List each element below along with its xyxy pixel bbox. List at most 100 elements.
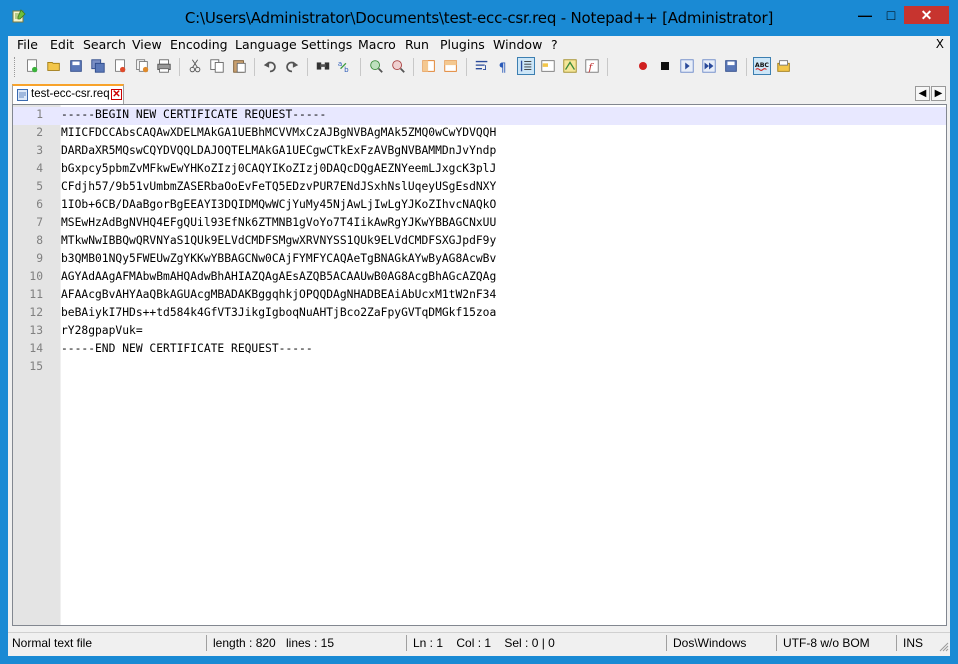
tab-scroll-right-button[interactable]: ▶ bbox=[931, 86, 946, 101]
cut-icon[interactable] bbox=[186, 57, 204, 75]
status-position: Ln : 1 Col : 1 Sel : 0 | 0 bbox=[413, 636, 555, 650]
svg-text:ABC: ABC bbox=[755, 62, 770, 69]
run-macro-multiple-icon[interactable] bbox=[700, 57, 718, 75]
document-map-icon[interactable] bbox=[561, 57, 579, 75]
sync-horizontal-icon[interactable] bbox=[442, 57, 460, 75]
close-all-icon[interactable] bbox=[133, 57, 151, 75]
status-divider bbox=[896, 635, 897, 651]
editor-line[interactable]: 13 rY28gpapVuk= bbox=[13, 323, 946, 341]
function-list-icon[interactable]: f bbox=[583, 57, 601, 75]
title-bar[interactable]: C:\Users\Administrator\Documents\test-ec… bbox=[0, 0, 958, 36]
new-file-icon[interactable] bbox=[23, 57, 41, 75]
editor-line[interactable]: 7 MSEwHzAdBgNVHQ4EFgQUil93EfNk6ZTMNB1gVoY… bbox=[13, 215, 946, 233]
line-text: AFAAcgBvAHYAaQBkAGUAcgMBADAKBggqhkjOPQQD… bbox=[61, 288, 497, 301]
line-number: 14 bbox=[29, 342, 43, 355]
status-divider bbox=[406, 635, 407, 651]
find-icon[interactable] bbox=[314, 57, 332, 75]
line-text: DARDaXR5MQswCQYDVQQLDAJOQTELMAkGA1UECgwC… bbox=[61, 144, 497, 157]
status-divider bbox=[776, 635, 777, 651]
stop-record-icon[interactable] bbox=[656, 57, 674, 75]
zoom-in-icon[interactable] bbox=[367, 57, 385, 75]
line-number: 4 bbox=[36, 162, 43, 175]
line-text: 1IOb+6CB/DAaBgorBgEEAYI3DQIDMQwWCjYuMy45… bbox=[61, 198, 497, 211]
editor-line[interactable]: 6 1IOb+6CB/DAaBgorBgEEAYI3DQIDMQwWCjYuMy4… bbox=[13, 197, 946, 215]
line-text: MSEwHzAdBgNVHQ4EFgQUil93EfNk6ZTMNB1gVoYo… bbox=[61, 216, 497, 229]
save-macro-icon[interactable] bbox=[722, 57, 740, 75]
menu-settings[interactable]: Settings bbox=[301, 37, 352, 52]
editor-line[interactable]: 4 bGxpcy5pbmZvMFkwEwYHKoZIzj0CAQYIKoZIzj0… bbox=[13, 161, 946, 179]
indent-guide-icon[interactable] bbox=[517, 57, 535, 75]
line-text: rY28gpapVuk= bbox=[61, 324, 143, 337]
status-bar: Normal text file length : 820 lines : 15… bbox=[8, 632, 950, 653]
replace-icon[interactable]: ab bbox=[336, 57, 354, 75]
menu-search[interactable]: Search bbox=[83, 37, 126, 52]
editor-line[interactable]: 2 MIICFDCCAbsCAQAwXDELMAkGA1UEBhMCVVMxCzA… bbox=[13, 125, 946, 143]
print-icon[interactable] bbox=[155, 57, 173, 75]
toolbar-separator bbox=[413, 58, 414, 76]
menu-help[interactable]: ? bbox=[551, 37, 558, 52]
word-wrap-icon[interactable] bbox=[473, 57, 491, 75]
save-icon[interactable] bbox=[67, 57, 85, 75]
save-all-icon[interactable] bbox=[89, 57, 107, 75]
editor-line[interactable]: 9 b3QMB01NQy5FWEUwZgYKKwYBBAGCNw0CAjFYMFY… bbox=[13, 251, 946, 269]
line-text: CFdjh57/9b51vUmbmZASERbaOoEvFeTQ5EDzvPUR… bbox=[61, 180, 497, 193]
resize-grip[interactable] bbox=[937, 640, 949, 652]
menu-edit[interactable]: Edit bbox=[50, 37, 74, 52]
client-area: File Edit Search View Encoding Language … bbox=[8, 36, 950, 656]
record-macro-icon[interactable] bbox=[634, 57, 652, 75]
menu-encoding[interactable]: Encoding bbox=[170, 37, 228, 52]
tab-close-button[interactable]: ✕ bbox=[111, 89, 122, 100]
file-icon bbox=[17, 89, 28, 101]
menu-plugins[interactable]: Plugins bbox=[440, 37, 485, 52]
redo-icon[interactable] bbox=[283, 57, 301, 75]
open-file-icon[interactable] bbox=[45, 57, 63, 75]
menu-macro[interactable]: Macro bbox=[358, 37, 396, 52]
undo-icon[interactable] bbox=[261, 57, 279, 75]
window-title: C:\Users\Administrator\Documents\test-ec… bbox=[184, 9, 774, 27]
editor-line[interactable]: 1 -----BEGIN NEW CERTIFICATE REQUEST----- bbox=[13, 107, 946, 125]
close-file-icon[interactable] bbox=[111, 57, 129, 75]
close-window-button[interactable]: ✕ bbox=[904, 6, 949, 24]
playback-macro-icon[interactable] bbox=[678, 57, 696, 75]
zoom-out-icon[interactable] bbox=[389, 57, 407, 75]
svg-text:¶: ¶ bbox=[499, 59, 507, 74]
line-number: 6 bbox=[36, 198, 43, 211]
tab-test-ecc-csr[interactable]: test-ecc-csr.req ✕ bbox=[12, 84, 124, 104]
maximize-button[interactable]: □ bbox=[878, 6, 904, 24]
folder-as-workspace-icon[interactable] bbox=[539, 57, 557, 75]
editor-line[interactable]: 5 CFdjh57/9b51vUmbmZASERbaOoEvFeTQ5EDzvPU… bbox=[13, 179, 946, 197]
line-number: 10 bbox=[29, 270, 43, 283]
line-number: 8 bbox=[36, 234, 43, 247]
toolbar-separator bbox=[466, 58, 467, 76]
tab-scroll-left-button[interactable]: ◀ bbox=[915, 86, 930, 101]
toolbar-grip[interactable] bbox=[14, 57, 18, 77]
menu-file[interactable]: File bbox=[17, 37, 38, 52]
copy-icon[interactable] bbox=[208, 57, 226, 75]
editor-line[interactable]: 14 -----END NEW CERTIFICATE REQUEST----- bbox=[13, 341, 946, 359]
status-length: length : 820 bbox=[213, 636, 276, 650]
editor-line[interactable]: 11 AFAAcgBvAHYAaQBkAGUAcgMBADAKBggqhkjOPQ… bbox=[13, 287, 946, 305]
toolbar-separator bbox=[607, 58, 608, 76]
spell-check-settings-icon[interactable] bbox=[775, 57, 793, 75]
status-divider bbox=[666, 635, 667, 651]
menu-language[interactable]: Language bbox=[235, 37, 297, 52]
minimize-button[interactable]: — bbox=[852, 6, 878, 24]
menu-bar: File Edit Search View Encoding Language … bbox=[8, 36, 950, 54]
menu-window[interactable]: Window bbox=[493, 37, 542, 52]
editor-line[interactable]: 3 DARDaXR5MQswCQYDVQQLDAJOQTELMAkGA1UECgw… bbox=[13, 143, 946, 161]
editor-line[interactable]: 8 MTkwNwIBBQwQRVNYaS1QUk9ELVdCMDFSMgwXRVN… bbox=[13, 233, 946, 251]
sync-vertical-icon[interactable] bbox=[420, 57, 438, 75]
toolbar-separator bbox=[179, 58, 180, 76]
editor-line[interactable]: 15 bbox=[13, 359, 946, 377]
spell-check-icon[interactable]: ABC bbox=[753, 57, 771, 75]
menu-view[interactable]: View bbox=[132, 37, 162, 52]
close-document-button[interactable]: X bbox=[936, 37, 944, 51]
menu-run[interactable]: Run bbox=[405, 37, 429, 52]
editor-line[interactable]: 10 AGYAdAAgAFMAbwBmAHQAdwBhAHIAZQAgAEsAZQ… bbox=[13, 269, 946, 287]
editor-line[interactable]: 12 beBAiykI7HDs++td584k4GfVT3JikgIgboqNuA… bbox=[13, 305, 946, 323]
paste-icon[interactable] bbox=[230, 57, 248, 75]
show-all-characters-icon[interactable]: ¶ bbox=[495, 57, 513, 75]
line-number: 11 bbox=[29, 288, 43, 301]
text-editor[interactable]: 1 -----BEGIN NEW CERTIFICATE REQUEST-----… bbox=[12, 104, 947, 626]
tab-bar: test-ecc-csr.req ✕ bbox=[8, 82, 950, 104]
